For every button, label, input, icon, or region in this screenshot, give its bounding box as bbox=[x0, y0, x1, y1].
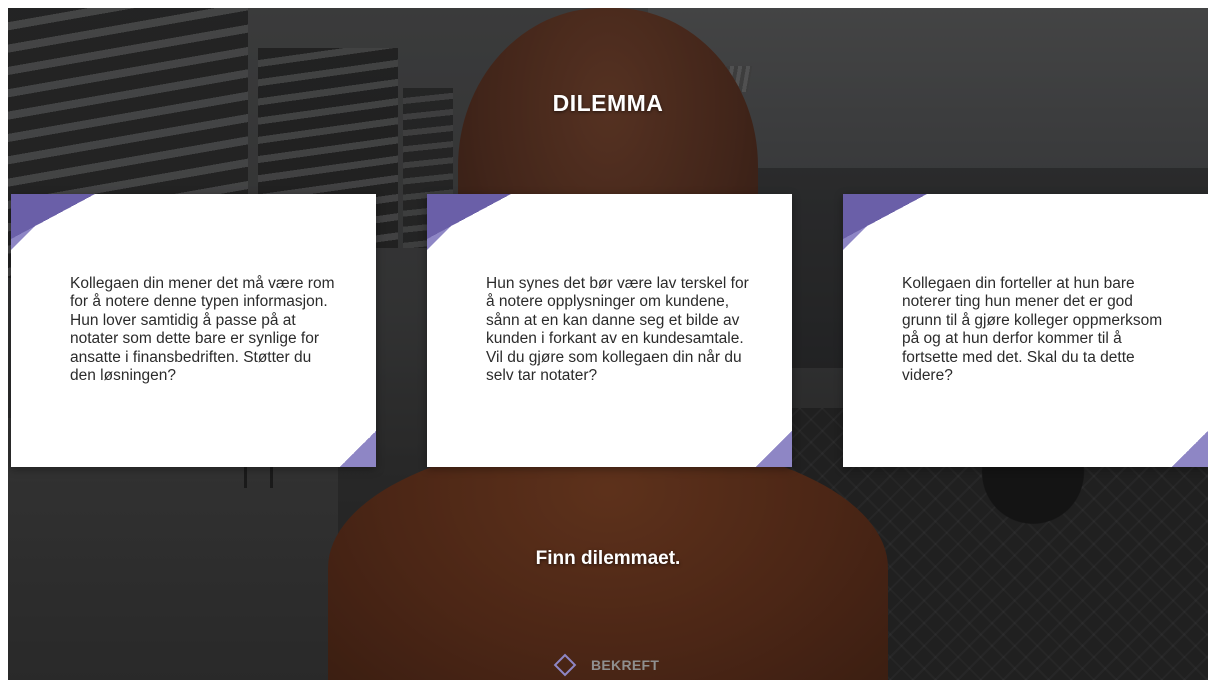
dilemma-option-card-3[interactable]: Kollegaen din forteller at hun bare note… bbox=[843, 194, 1208, 467]
dilemma-option-card-1[interactable]: Kollegaen din mener det må være rom for … bbox=[11, 194, 376, 467]
dilemma-option-card-2[interactable]: Hun synes det bør være lav terskel for å… bbox=[427, 194, 792, 467]
card-corner-decoration bbox=[756, 431, 792, 467]
card-corner-decoration bbox=[843, 194, 927, 239]
confirm-button[interactable]: BEKREFT bbox=[553, 653, 660, 677]
game-viewport: DILEMMA Kollegaen din mener det må være … bbox=[8, 8, 1208, 680]
instruction-text: Finn dilemmaet. bbox=[535, 548, 681, 569]
dilemma-option-text: Kollegaen din forteller at hun bare note… bbox=[902, 274, 1163, 385]
card-corner-decoration bbox=[340, 431, 376, 467]
confirm-button-label: BEKREFT bbox=[591, 657, 660, 673]
diamond-icon bbox=[553, 653, 577, 677]
card-corner-decoration bbox=[11, 194, 95, 239]
card-corner-decoration bbox=[427, 194, 511, 239]
card-corner-decoration bbox=[1172, 431, 1208, 467]
dilemma-title: DILEMMA bbox=[552, 90, 664, 116]
dilemma-option-text: Hun synes det bør være lav terskel for å… bbox=[486, 274, 749, 385]
dilemma-option-text: Kollegaen din mener det må være rom for … bbox=[70, 274, 335, 385]
